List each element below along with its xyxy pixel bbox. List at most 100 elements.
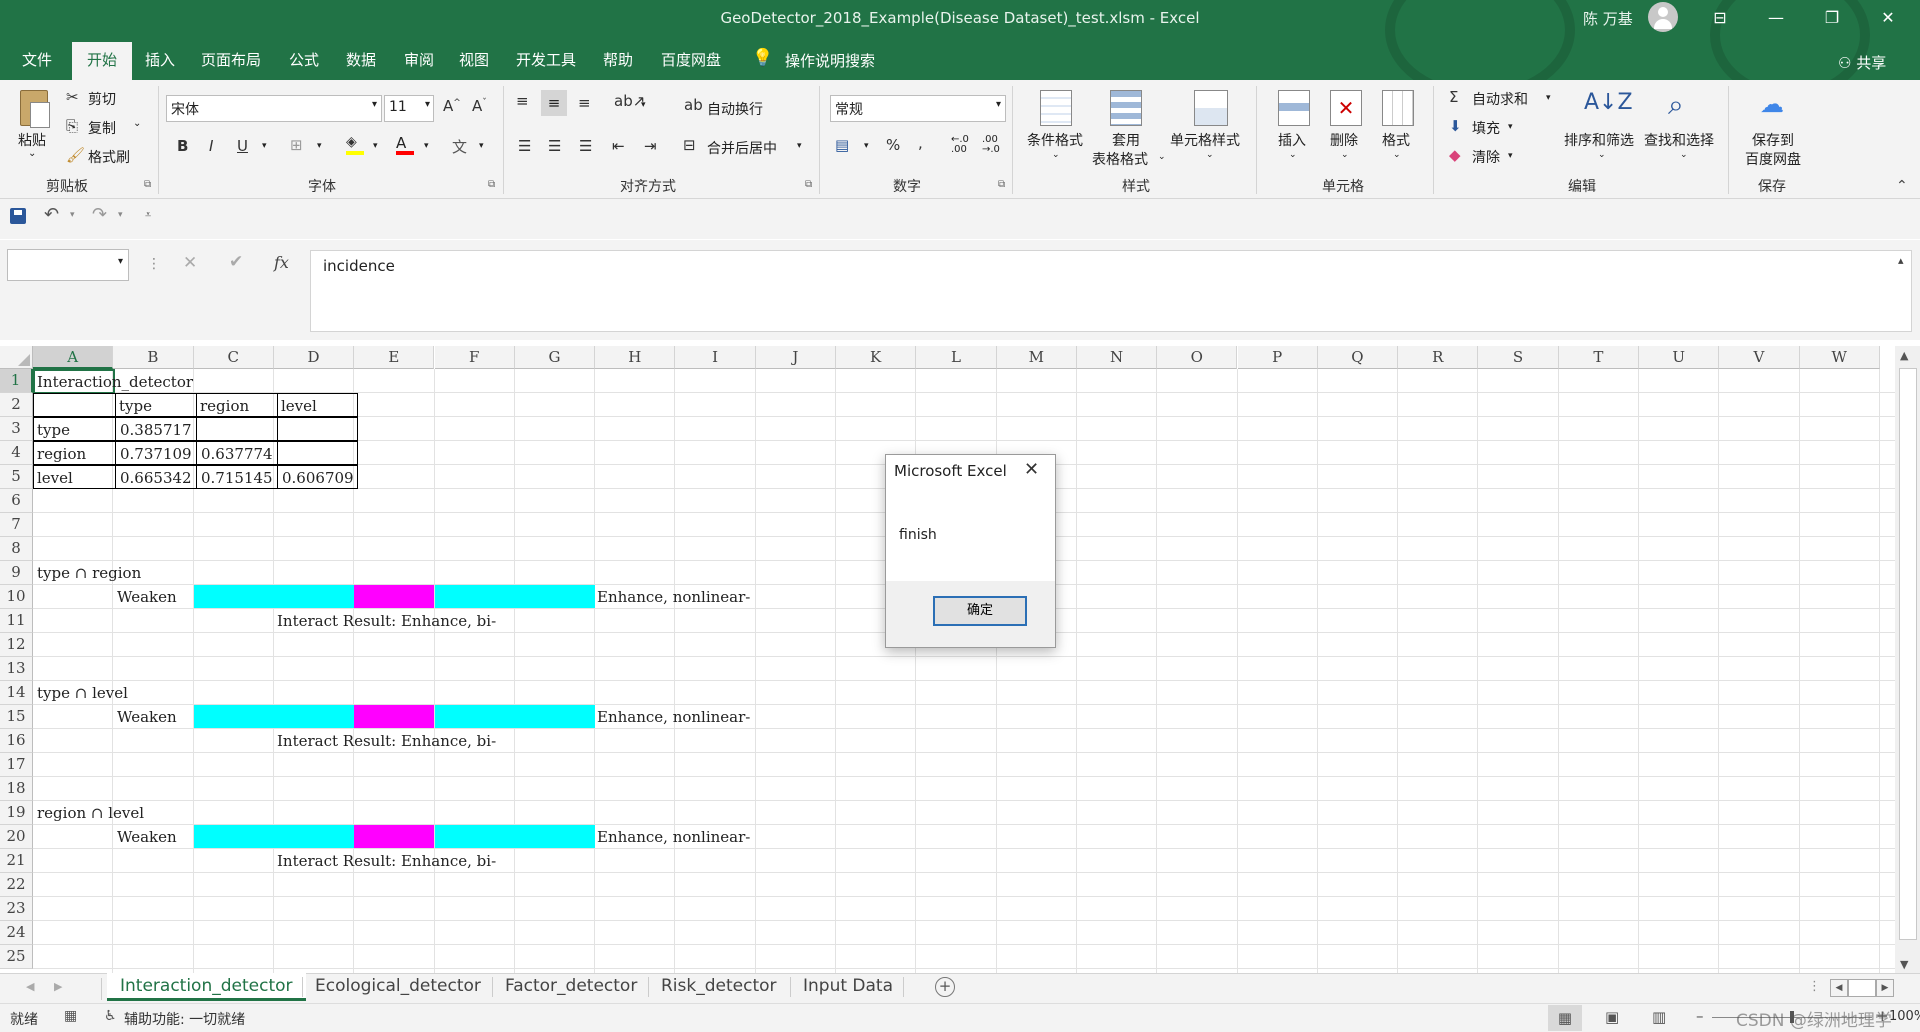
- worksheet-grid[interactable]: ABCDEFGHIJKLMNOPQRSTUVW 1 2 3 4 5 6 7 8 9 10 11 12 1…: [0, 346, 1895, 976]
- new-sheet-icon[interactable]: +: [935, 977, 955, 997]
- dialog-launcher-icon[interactable]: ⧉: [488, 179, 495, 190]
- align-bottom-icon[interactable]: ≡: [578, 94, 591, 112]
- scroll-up-icon[interactable]: ▲: [1900, 349, 1908, 362]
- split-handle-icon[interactable]: ⋮: [1808, 979, 1821, 994]
- percent-icon[interactable]: %: [886, 136, 900, 154]
- cell-A9[interactable]: type ∩ region: [34, 561, 141, 585]
- scissors-icon[interactable]: ✂: [66, 88, 79, 106]
- cell-B10[interactable]: Weaken: [114, 585, 177, 609]
- row-header-18[interactable]: 18: [0, 777, 33, 801]
- cell-C4[interactable]: 0.637774: [196, 441, 278, 465]
- sheet-tab-risk-detector[interactable]: Risk_detector: [648, 973, 790, 1001]
- avatar[interactable]: [1648, 2, 1678, 32]
- column-header-M[interactable]: M: [996, 346, 1077, 369]
- row-header-8[interactable]: 8: [0, 537, 33, 561]
- cell-B3[interactable]: 0.385717: [115, 417, 197, 441]
- column-header-T[interactable]: T: [1558, 346, 1639, 369]
- chevron-down-icon[interactable]: ⌄: [133, 118, 141, 129]
- restore-icon[interactable]: ❐: [1808, 0, 1856, 36]
- dialog-launcher-icon[interactable]: ⧉: [805, 179, 812, 190]
- copy-button[interactable]: 复制: [88, 118, 116, 138]
- format-cells-button[interactable]: 格式 ⌄: [1376, 88, 1420, 168]
- tab-file[interactable]: 文件: [22, 49, 52, 70]
- cut-button[interactable]: 剪切: [88, 89, 116, 109]
- fill-color-icon[interactable]: ◈: [346, 134, 364, 155]
- select-all-corner[interactable]: [0, 346, 33, 369]
- chevron-down-icon[interactable]: ▾: [1508, 122, 1513, 132]
- scroll-down-icon[interactable]: ▼: [1900, 958, 1908, 971]
- column-header-F[interactable]: F: [434, 346, 515, 369]
- hscroll-right-icon[interactable]: ▶: [1876, 979, 1894, 997]
- tab-home[interactable]: 开始: [72, 42, 132, 80]
- paste-button[interactable]: 粘贴 ⌄: [14, 88, 54, 159]
- increase-font-icon[interactable]: A^: [443, 97, 461, 115]
- row-header-4[interactable]: 4: [0, 441, 33, 465]
- undo-icon[interactable]: ↶: [44, 204, 59, 225]
- row-header-2[interactable]: 2: [0, 393, 33, 417]
- scroll-thumb[interactable]: [1899, 368, 1917, 940]
- column-header-R[interactable]: R: [1398, 346, 1479, 369]
- cell-D11[interactable]: Interact Result: Enhance, bi-: [274, 609, 496, 633]
- row-header-23[interactable]: 23: [0, 897, 33, 921]
- row-header-17[interactable]: 17: [0, 753, 33, 777]
- fill-down-icon[interactable]: ⬇: [1449, 117, 1462, 135]
- cell-A4[interactable]: region: [33, 441, 116, 465]
- cell-A1[interactable]: Interaction_detector: [34, 370, 193, 394]
- ok-button[interactable]: 确定: [933, 596, 1027, 626]
- next-sheet-icon[interactable]: ▶: [54, 980, 62, 993]
- merge-center-icon[interactable]: ⊟: [683, 136, 696, 154]
- bold-icon[interactable]: B: [177, 137, 188, 155]
- accessibility-icon[interactable]: ♿: [104, 1008, 117, 1024]
- eraser-icon[interactable]: ◆: [1449, 146, 1461, 164]
- cell-B4[interactable]: 0.737109: [115, 441, 197, 465]
- number-format-select[interactable]: 常规 ▾: [830, 95, 1006, 122]
- conditional-format-button[interactable]: 条件格式 ⌄: [1024, 88, 1088, 168]
- column-header-U[interactable]: U: [1639, 346, 1720, 369]
- row-header-22[interactable]: 22: [0, 873, 33, 897]
- row-header-25[interactable]: 25: [0, 945, 33, 969]
- align-left-icon[interactable]: ☰: [518, 137, 531, 155]
- chevron-down-icon[interactable]: ▾: [641, 100, 646, 110]
- close-icon[interactable]: ✕: [1864, 0, 1912, 36]
- cell-A3[interactable]: type: [33, 417, 116, 441]
- row-header-14[interactable]: 14: [0, 681, 33, 705]
- align-right-icon[interactable]: ☰: [579, 137, 592, 155]
- cell-A2[interactable]: [33, 393, 116, 417]
- redo-icon[interactable]: ↷: [92, 204, 107, 225]
- decrease-font-icon[interactable]: Aˇ: [472, 97, 487, 115]
- row-header-3[interactable]: 3: [0, 417, 33, 441]
- column-header-L[interactable]: L: [916, 346, 997, 369]
- fill-button[interactable]: 填充: [1472, 118, 1500, 138]
- zoom-level[interactable]: 100%: [1889, 1009, 1920, 1024]
- font-color-icon[interactable]: A: [396, 134, 414, 155]
- cell-B2[interactable]: type: [115, 393, 197, 417]
- chevron-down-icon[interactable]: ▾: [317, 141, 322, 151]
- cell-B20[interactable]: Weaken: [114, 825, 177, 849]
- format-painter-icon[interactable]: 🖌: [66, 146, 85, 164]
- dialog-launcher-icon[interactable]: ⧉: [998, 179, 1005, 190]
- align-center-icon[interactable]: ☰: [548, 137, 561, 155]
- format-as-table-button[interactable]: 套用 表格格式: [1090, 88, 1160, 168]
- row-header-19[interactable]: 19: [0, 801, 33, 825]
- row-header-7[interactable]: 7: [0, 513, 33, 537]
- align-top-icon[interactable]: ≡: [516, 92, 529, 110]
- share-button[interactable]: ⚇ 共享: [1838, 52, 1886, 73]
- tab-review[interactable]: 审阅: [404, 49, 434, 70]
- cell-C3[interactable]: [196, 417, 278, 441]
- enter-icon[interactable]: ✔: [229, 252, 243, 272]
- column-header-N[interactable]: N: [1076, 346, 1158, 369]
- font-size-select[interactable]: 11 ▾: [384, 95, 434, 122]
- borders-icon[interactable]: ⊞: [290, 136, 303, 154]
- page-layout-view-icon[interactable]: ▣: [1605, 1008, 1619, 1026]
- normal-view-icon[interactable]: ▦: [1548, 1005, 1582, 1031]
- italic-icon[interactable]: I: [209, 137, 213, 155]
- column-header-S[interactable]: S: [1478, 346, 1559, 369]
- column-header-H[interactable]: H: [595, 346, 676, 369]
- save-icon[interactable]: [10, 208, 26, 224]
- column-header-E[interactable]: E: [354, 346, 435, 369]
- save-to-baidu-button[interactable]: ☁ 保存到 百度网盘: [1740, 88, 1810, 168]
- insert-function-icon[interactable]: fx: [274, 253, 289, 272]
- cell-B15[interactable]: Weaken: [114, 705, 177, 729]
- cell-styles-button[interactable]: 单元格样式 ⌄: [1168, 88, 1252, 168]
- cell-D5[interactable]: 0.606709: [277, 465, 358, 489]
